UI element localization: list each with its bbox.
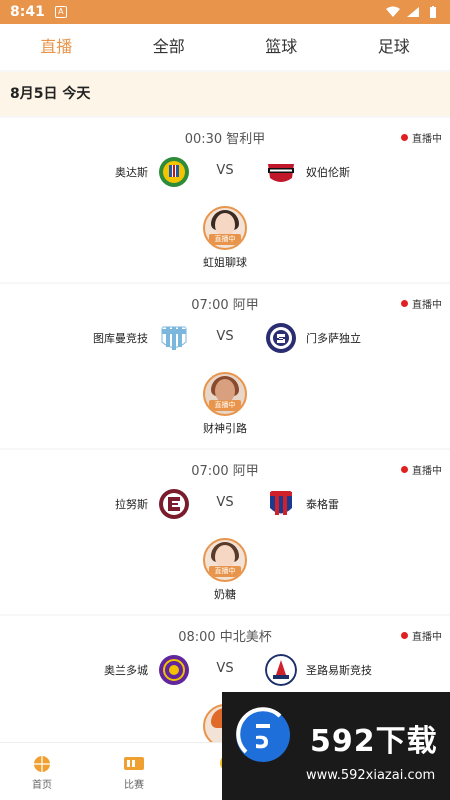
matches-ticket-icon — [124, 757, 144, 770]
away-team-name: 泰格雷 — [306, 498, 339, 511]
anchor-name: 奶糖 — [214, 588, 236, 601]
away-team-name: 圣路易斯竞技 — [306, 664, 372, 677]
anchor-live-tag: 直播中 — [209, 234, 241, 245]
live-badge: 直播中 — [401, 130, 442, 145]
live-dot-icon — [401, 134, 408, 141]
category-tabs: 直播 全部 篮球 足球 — [0, 24, 450, 70]
watermark-banner: 592下载 www.592xiazai.com — [222, 692, 450, 800]
live-dot-icon — [401, 466, 408, 473]
anchor-avatar[interactable]: 直播中 — [203, 372, 247, 416]
match-card[interactable]: 07:00 阿甲 直播中 拉努斯 VS 泰格雷 直播中 奶糖 — [0, 450, 450, 614]
live-badge: 直播中 — [401, 462, 442, 477]
status-time: 8:41 — [10, 4, 45, 20]
nav-home-label: 首页 — [32, 780, 52, 791]
anchor-name: 虹姐聊球 — [203, 256, 247, 269]
watermark-logo-icon — [236, 707, 290, 762]
anchor-avatar[interactable]: 直播中 — [203, 538, 247, 582]
live-badge: 直播中 — [401, 628, 442, 643]
notification-icon: A — [54, 6, 67, 18]
watermark-title: 592下载 — [310, 724, 438, 759]
live-dot-icon — [401, 632, 408, 639]
away-team-logo-icon — [270, 491, 292, 515]
nav-matches[interactable]: 比赛 — [114, 753, 154, 791]
tab-basketball[interactable]: 篮球 — [225, 24, 338, 70]
anchor-live-tag: 直播中 — [209, 566, 241, 577]
match-card[interactable]: 00:30 智利甲 直播中 奥达斯 VS 奴伯伦斯 直播中 虹姐聊球 — [0, 118, 450, 282]
anchor-live-tag: 直播中 — [209, 400, 241, 411]
watermark-url: www.592xiazai.com — [306, 768, 436, 783]
live-badge: 直播中 — [401, 296, 442, 311]
vs-label: VS — [216, 329, 234, 344]
anchor-avatar[interactable]: 直播中 — [203, 206, 247, 250]
live-dot-icon — [401, 300, 408, 307]
match-time-league: 00:30 智利甲 — [184, 132, 266, 147]
away-team-name: 奴伯伦斯 — [306, 166, 350, 179]
home-basketball-icon — [34, 756, 50, 772]
nav-home[interactable]: 首页 — [22, 753, 62, 791]
nav-matches-label: 比赛 — [124, 780, 144, 791]
away-team-logo-icon — [268, 164, 294, 182]
match-time-league: 08:00 中北美杯 — [178, 630, 272, 645]
live-label: 直播中 — [412, 466, 442, 477]
wifi-icon — [386, 6, 400, 17]
battery-icon — [430, 6, 436, 18]
away-team-logo-icon — [266, 323, 296, 353]
tab-live[interactable]: 直播 — [0, 24, 113, 70]
tab-football[interactable]: 足球 — [338, 24, 450, 70]
live-label: 直播中 — [412, 134, 442, 145]
match-time-league: 07:00 阿甲 — [191, 298, 259, 313]
anchor-name: 财神引路 — [203, 422, 247, 435]
live-label: 直播中 — [412, 632, 442, 643]
signal-icon — [407, 7, 419, 17]
vs-label: VS — [216, 495, 234, 510]
away-team-name: 门多萨独立 — [306, 332, 361, 345]
vs-label: VS — [216, 163, 234, 178]
live-label: 直播中 — [412, 300, 442, 311]
status-bar: 8:41 A — [0, 0, 450, 24]
away-team-logo-icon — [265, 654, 297, 686]
match-card[interactable]: 07:00 阿甲 直播中 图库曼竞技 VS 门多萨独立 直播中 财神引路 — [0, 284, 450, 448]
date-header: 8月5日 今天 — [0, 72, 450, 116]
match-time-league: 07:00 阿甲 — [191, 464, 259, 479]
vs-label: VS — [216, 661, 234, 676]
tab-all[interactable]: 全部 — [113, 24, 226, 70]
